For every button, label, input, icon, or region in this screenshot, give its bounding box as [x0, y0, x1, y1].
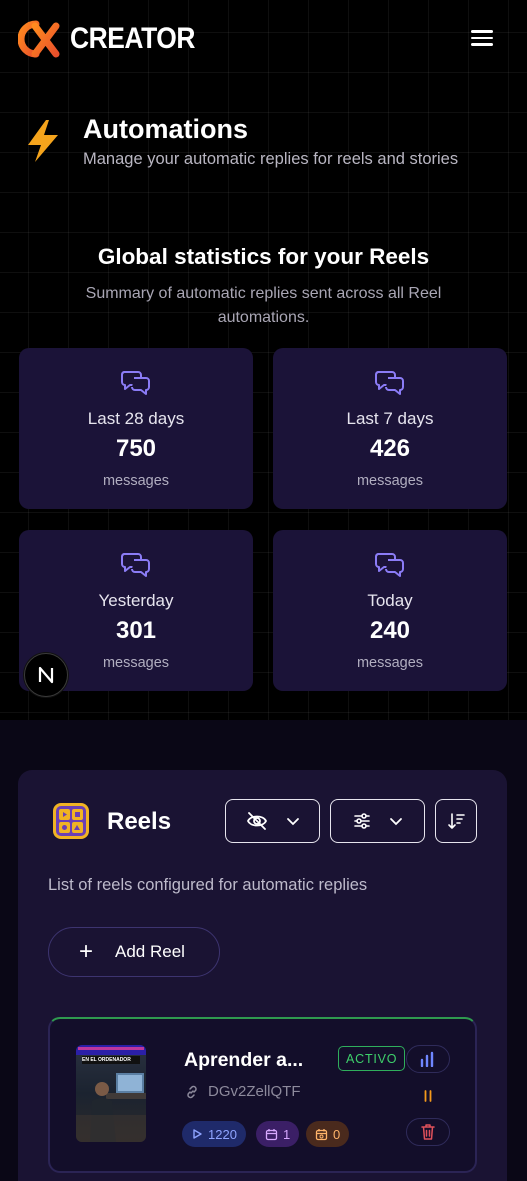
stat-unit: messages	[356, 655, 424, 671]
status-badge: ACTIVO	[338, 1046, 406, 1071]
stat-label: Yesterday	[98, 591, 174, 610]
add-reel-button[interactable]: + Add Reel	[48, 927, 220, 977]
plus-icon: +	[79, 938, 94, 965]
sliders-icon	[353, 813, 370, 829]
top-bar: CREATOR	[0, 0, 527, 80]
visibility-filter-dropdown[interactable]	[225, 799, 320, 843]
stat-card-last-28-days: Last 28 days 750 messages	[19, 348, 253, 509]
brand-name: CREATOR	[70, 22, 196, 55]
stat-value: 240	[369, 617, 411, 644]
pause-button[interactable]	[406, 1082, 450, 1110]
reel-name: Aprender a...	[184, 1049, 304, 1071]
reels-app-icon	[53, 803, 89, 839]
stat-label: Last 28 days	[87, 409, 185, 428]
stat-card-last-7-days: Last 7 days 426 messages	[273, 348, 507, 509]
chat-bubbles-icon	[121, 553, 150, 577]
stories-pill: 0	[306, 1121, 350, 1147]
stat-value: 301	[115, 617, 157, 644]
pause-icon	[424, 1090, 432, 1102]
page-title: Automations	[83, 114, 248, 144]
stories-count: 0	[333, 1126, 341, 1142]
sort-descending-icon	[448, 813, 465, 829]
chat-bubbles-icon	[375, 371, 404, 395]
stat-unit: messages	[356, 473, 424, 489]
reels-title: Reels	[107, 808, 172, 835]
views-pill: 1220	[182, 1121, 246, 1147]
calendar-icon	[265, 1128, 278, 1140]
hamburger-icon-bar	[471, 43, 493, 46]
reel-code: DGv2ZellQTF	[208, 1083, 301, 1100]
chat-bubbles-icon	[375, 553, 404, 577]
eye-off-icon	[246, 812, 267, 830]
stats-subtitle: Summary of automatic replies sent across…	[85, 285, 442, 326]
bolt-icon	[28, 120, 58, 162]
chevron-down-icon	[286, 818, 299, 826]
n-letter-icon	[38, 666, 54, 684]
dev-tools-badge[interactable]	[24, 653, 68, 697]
menu-button[interactable]	[466, 26, 498, 52]
add-reel-label: Add Reel	[115, 942, 185, 961]
link-icon	[187, 1085, 197, 1098]
stats-title: Global statistics for your Reels	[97, 244, 430, 269]
stat-value: 750	[115, 435, 157, 462]
reel-card[interactable]: EN EL ORDENADOR Aprender a... DGv2ZellQT…	[48, 1017, 477, 1173]
creator-logo-icon	[18, 20, 60, 58]
sort-button[interactable]	[435, 799, 477, 843]
play-icon	[193, 1129, 202, 1139]
trash-icon	[421, 1124, 435, 1140]
hamburger-icon	[471, 30, 493, 33]
chevron-down-icon	[389, 818, 402, 826]
stat-unit: messages	[102, 473, 170, 489]
stats-button[interactable]	[406, 1045, 450, 1073]
stat-value: 426	[369, 435, 411, 462]
page-subtitle: Manage your automatic replies for reels …	[83, 150, 459, 168]
chat-bubbles-icon	[121, 371, 150, 395]
delete-button[interactable]	[406, 1118, 450, 1146]
scheduled-pill: 1	[256, 1121, 300, 1147]
hamburger-icon-bar	[471, 36, 493, 39]
thumbnail-caption: EN EL ORDENADOR	[82, 1057, 131, 1063]
stat-label: Today	[367, 591, 413, 610]
stat-card-today: Today 240 messages	[273, 530, 507, 691]
brand-logo[interactable]: CREATOR	[18, 20, 212, 58]
bar-chart-icon	[420, 1051, 434, 1067]
stat-label: Last 7 days	[346, 409, 434, 428]
calendar-clock-icon	[315, 1128, 328, 1140]
reel-code-row: DGv2ZellQTF	[184, 1083, 301, 1100]
views-count: 1220	[208, 1126, 237, 1142]
reel-thumbnail[interactable]: EN EL ORDENADOR	[76, 1045, 146, 1142]
reels-description: List of reels configured for automatic r…	[48, 876, 368, 894]
settings-filter-dropdown[interactable]	[330, 799, 425, 843]
scheduled-count: 1	[283, 1126, 291, 1142]
reels-panel: Reels List of reels configured for autom…	[18, 770, 507, 1181]
